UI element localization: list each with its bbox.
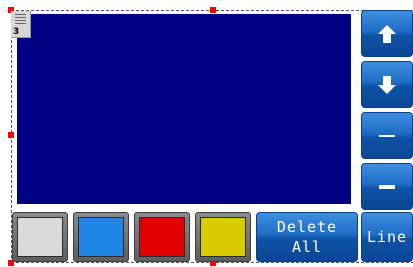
- arrow-up-icon: [378, 24, 396, 43]
- arrow-down-icon: [378, 75, 396, 94]
- color-swatch-light-gray: [17, 217, 63, 257]
- color-button-yellow[interactable]: [195, 212, 251, 262]
- drawing-canvas[interactable]: [17, 14, 351, 204]
- color-button-light-gray[interactable]: [12, 212, 68, 262]
- list-icon: [15, 14, 26, 27]
- color-button-blue[interactable]: [73, 212, 129, 262]
- delete-all-label-line2: All: [291, 238, 323, 256]
- color-swatch-red: [139, 217, 185, 257]
- color-swatch-blue: [78, 217, 124, 257]
- minus-thick-icon: [379, 184, 395, 189]
- delete-all-label-line1: Delete: [276, 218, 338, 236]
- delete-all-button[interactable]: Delete All: [256, 212, 358, 262]
- delete-all-label: Delete All: [277, 217, 337, 257]
- line-button-label: Line: [366, 228, 408, 246]
- minus-thin-icon: [379, 134, 395, 137]
- resize-handle-top[interactable]: [210, 7, 216, 13]
- line-button[interactable]: Line: [361, 212, 413, 262]
- scroll-up-button[interactable]: [361, 10, 413, 57]
- scroll-down-button[interactable]: [361, 61, 413, 108]
- color-button-red[interactable]: [134, 212, 190, 262]
- thin-line-button[interactable]: [361, 112, 413, 159]
- color-swatch-yellow: [200, 217, 246, 257]
- resize-handle-left[interactable]: [8, 132, 14, 138]
- object-tag: 3: [11, 11, 31, 38]
- thick-line-button[interactable]: [361, 163, 413, 210]
- object-tag-number: 3: [13, 27, 20, 37]
